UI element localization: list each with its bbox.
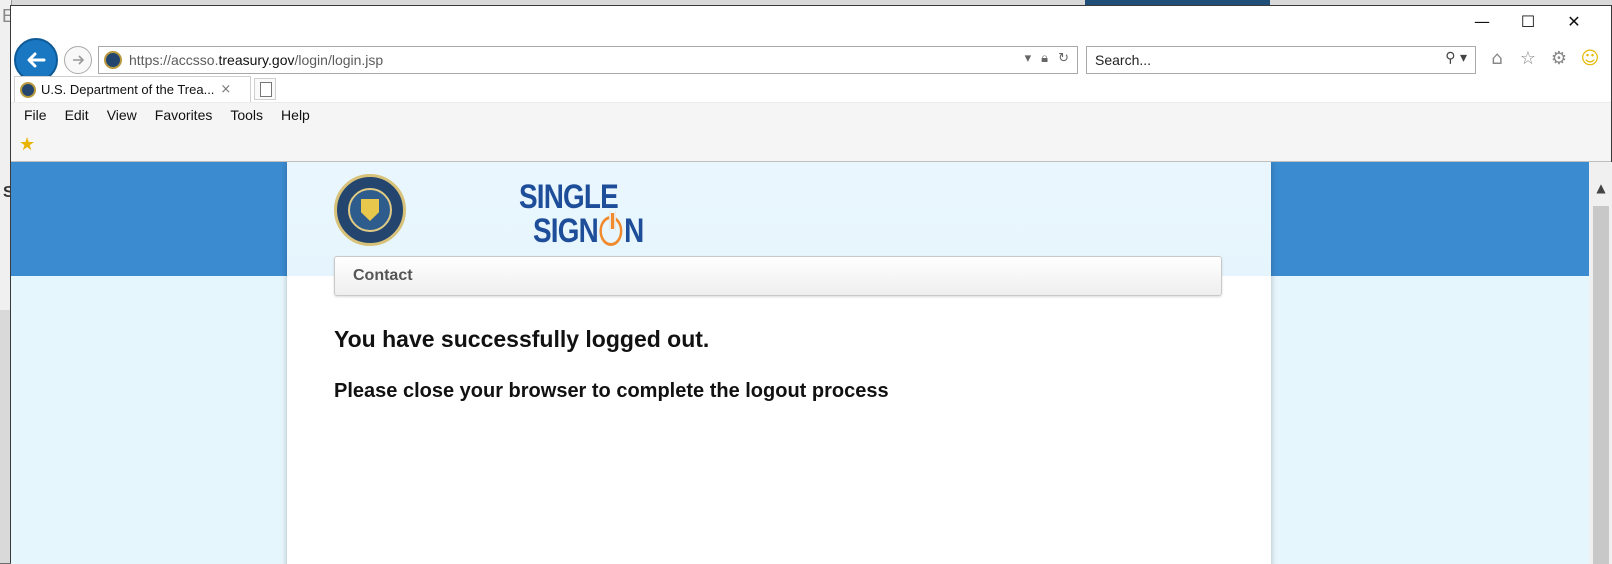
home-icon[interactable]: ⌂ [1486, 46, 1508, 70]
menu-edit[interactable]: Edit [65, 107, 89, 123]
logout-message-title: You have successfully logged out. [334, 326, 710, 352]
maximize-button[interactable]: ☐ [1505, 6, 1551, 36]
forward-button[interactable] [64, 46, 92, 74]
search-icon[interactable]: ⚲ ▾ [1445, 50, 1467, 66]
menu-view[interactable]: View [107, 107, 137, 123]
page-viewport: SINGLE SIGN N Contact You have successful… [11, 162, 1589, 564]
site-favicon-icon [104, 51, 122, 69]
page-nav-bar: Contact [334, 256, 1222, 296]
minimize-button[interactable]: — [1459, 6, 1505, 36]
favorites-bar: ★ [11, 126, 1611, 162]
address-url: https://accsso.treasury.gov/login/login.… [129, 52, 384, 68]
favorites-star-icon[interactable]: ☆ [1517, 46, 1539, 70]
single-sign-on-logo: SINGLE SIGN N [519, 178, 644, 250]
dropdown-icon[interactable]: ▾ [1025, 51, 1032, 66]
page-card: SINGLE SIGN N Contact You have successful… [287, 162, 1271, 564]
address-bar[interactable]: https://accsso.treasury.gov/login/login.… [98, 46, 1078, 74]
navigation-row: https://accsso.treasury.gov/login/login.… [11, 36, 1611, 82]
scroll-up-arrow-icon[interactable]: ▲ [1589, 178, 1612, 198]
tab-title: U.S. Department of the Trea... [41, 82, 215, 97]
tab-close-icon[interactable]: × [220, 82, 231, 97]
treasury-seal-logo [334, 174, 406, 246]
tab-treasury[interactable]: U.S. Department of the Trea... × [14, 76, 251, 102]
back-arrow-icon [27, 52, 46, 68]
address-tools: ▾ 🔒︎ ↻ [1025, 51, 1069, 66]
power-icon [599, 211, 623, 246]
logout-message-body: Please close your browser to complete th… [334, 380, 889, 402]
title-bar: — ☐ ✕ [11, 6, 1611, 36]
forward-arrow-icon [73, 55, 85, 65]
menu-bar: File Edit View Favorites Tools Help [11, 102, 1611, 126]
desktop: E S — ☐ ✕ https://accsso.treasury.gov/lo… [0, 0, 1612, 564]
new-tab-button[interactable] [254, 78, 276, 100]
menu-tools[interactable]: Tools [230, 107, 263, 123]
menu-file[interactable]: File [24, 107, 47, 123]
search-input[interactable] [1095, 52, 1415, 68]
search-box[interactable]: ⚲ ▾ [1086, 46, 1476, 74]
add-to-favorites-bar-icon[interactable]: ★ [19, 134, 41, 155]
tab-favicon-icon [20, 81, 36, 98]
contact-link[interactable]: Contact [353, 267, 413, 285]
menu-help[interactable]: Help [281, 107, 310, 123]
browser-window: — ☐ ✕ https://accsso.treasury.gov/login/… [10, 5, 1612, 564]
smiley-icon[interactable]: ☺ [1579, 46, 1601, 70]
toolbar-icons: ⌂ ☆ ⚙ ☺ [1486, 46, 1601, 70]
gear-icon[interactable]: ⚙ [1548, 46, 1570, 70]
scroll-thumb[interactable] [1593, 206, 1609, 564]
tab-row: U.S. Department of the Trea... × [11, 76, 1611, 102]
lock-icon[interactable]: 🔒︎ [1041, 51, 1048, 66]
refresh-icon[interactable]: ↻ [1058, 51, 1069, 66]
vertical-scrollbar[interactable]: ▲ [1589, 162, 1612, 564]
close-button[interactable]: ✕ [1551, 6, 1597, 36]
menu-favorites[interactable]: Favorites [155, 107, 213, 123]
